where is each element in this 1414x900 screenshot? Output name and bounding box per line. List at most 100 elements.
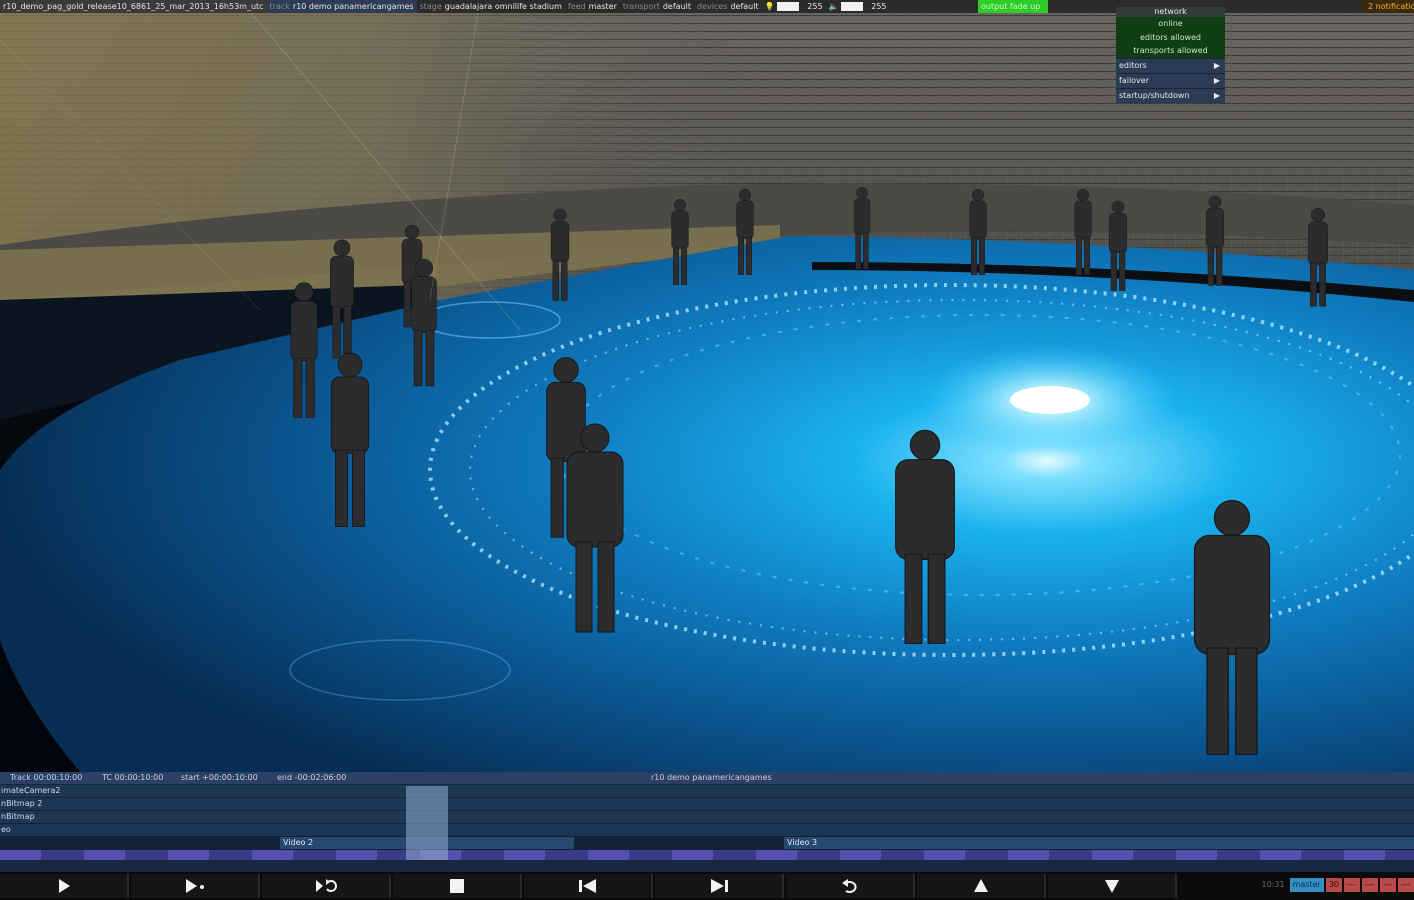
devices-label: devices	[696, 2, 728, 11]
indicator-badge: ---	[1380, 878, 1396, 892]
ruler-segment	[210, 850, 251, 860]
ruler-segment	[630, 850, 671, 860]
up-arrow-button[interactable]	[917, 874, 1046, 898]
skip-forward-button[interactable]	[655, 874, 784, 898]
start-time: start +00:00:10:00	[181, 773, 258, 782]
ruler-segment	[924, 850, 965, 860]
network-status-online[interactable]: online	[1116, 17, 1225, 31]
ruler-segment	[1176, 850, 1217, 860]
timeline-row[interactable]: nBitmap 2	[0, 798, 1414, 811]
output-fade-button[interactable]: output fade up	[978, 0, 1048, 13]
chevron-right-icon: ▶	[1213, 75, 1220, 85]
network-submenu-editors[interactable]: editors ▶	[1116, 57, 1225, 73]
ruler-segment	[546, 850, 587, 860]
notifications-button[interactable]: 2 notifications	[1362, 0, 1414, 13]
undo-button[interactable]	[786, 874, 915, 898]
up-arrow-icon	[973, 878, 989, 894]
play-button[interactable]	[0, 874, 129, 898]
transport-bar	[0, 872, 1414, 900]
ruler-segment	[1008, 850, 1049, 860]
ruler-segment	[756, 850, 797, 860]
feed-selector[interactable]: feed master	[565, 0, 620, 13]
skip-back-icon	[578, 878, 598, 894]
ruler-segment	[336, 850, 377, 860]
chevron-right-icon: ▶	[1213, 60, 1220, 70]
stop-button[interactable]	[393, 874, 522, 898]
down-arrow-icon	[1104, 878, 1120, 894]
row-label: nBitmap	[1, 812, 35, 821]
feed-value: master	[588, 2, 617, 11]
submenu-label: failover	[1119, 75, 1150, 85]
play-step-button[interactable]	[131, 874, 260, 898]
3d-viewport[interactable]	[0, 0, 1414, 772]
feed-label: feed	[567, 2, 586, 11]
end-time: end -00:02:06:00	[277, 773, 347, 782]
loop-button[interactable]	[262, 874, 391, 898]
timeline-row[interactable]: imateCamera2	[0, 785, 1414, 798]
clock-time: 10:31	[1261, 880, 1285, 889]
row-label: imateCamera2	[1, 786, 61, 795]
chevron-right-icon: ▶	[1213, 90, 1220, 100]
ruler-segment	[252, 850, 293, 860]
track-time: Track 00:00:10:00	[10, 773, 83, 782]
ruler-segment	[1302, 850, 1343, 860]
ruler-segment	[42, 850, 83, 860]
counter-badge: 30	[1325, 878, 1342, 892]
timeline-ruler[interactable]	[0, 850, 1414, 860]
devices-selector[interactable]: devices default	[694, 0, 762, 13]
timecode: TC 00:00:10:00	[102, 773, 164, 782]
timeline-panel[interactable]: Track 00:00:10:00 TC 00:00:10:00 start +…	[0, 772, 1414, 872]
ruler-segment	[84, 850, 125, 860]
brightness-control[interactable]: 💡 255	[762, 0, 826, 13]
loop-icon	[314, 878, 338, 894]
indicator-badge: ---	[1362, 878, 1378, 892]
timeline-row[interactable]: eo	[0, 824, 1414, 837]
network-menu-header: network	[1116, 7, 1225, 17]
volume-slider[interactable]	[840, 2, 863, 11]
stage-selector[interactable]: stage guadalajara omnilife stadium	[417, 0, 565, 13]
track-selector[interactable]: track r10 demo panamericangames	[266, 0, 417, 13]
timeline-title: r10 demo panamericangames	[651, 773, 772, 782]
row-label: nBitmap 2	[1, 799, 43, 808]
network-status-editors[interactable]: editors allowed	[1116, 30, 1225, 44]
stage-label: stage	[419, 2, 442, 11]
ruler-segment	[882, 850, 923, 860]
network-status-transports[interactable]: transports allowed	[1116, 44, 1225, 58]
indicator-badge: ---	[1398, 878, 1414, 892]
submenu-label: editors	[1119, 60, 1147, 70]
brightness-slider[interactable]	[776, 2, 799, 11]
bulb-icon: 💡	[764, 2, 775, 11]
brightness-value: 255	[807, 2, 823, 11]
ruler-segment	[1218, 850, 1259, 860]
ruler-segment	[0, 850, 41, 860]
down-arrow-button[interactable]	[1048, 874, 1177, 898]
submenu-label: startup/shutdown	[1119, 90, 1190, 100]
play-step-icon	[184, 878, 206, 894]
playhead[interactable]	[406, 786, 448, 860]
network-menu: network online editors allowed transport…	[1116, 7, 1225, 103]
feed-badge[interactable]: master	[1289, 878, 1324, 892]
network-submenu-startup-shutdown[interactable]: startup/shutdown ▶	[1116, 87, 1225, 103]
ruler-segment	[798, 850, 839, 860]
video-clip-3[interactable]: Video 3	[784, 837, 1414, 849]
play-icon	[56, 878, 72, 894]
stage-value: guadalajara omnilife stadium	[444, 2, 562, 11]
track-label: track	[269, 2, 290, 11]
timeline-header: Track 00:00:10:00 TC 00:00:10:00 start +…	[0, 772, 1414, 784]
transport-label: transport	[622, 2, 660, 11]
ruler-segment	[462, 850, 503, 860]
ruler-segment	[1260, 850, 1301, 860]
timeline-row[interactable]: nBitmap	[0, 811, 1414, 824]
network-submenu-failover[interactable]: failover ▶	[1116, 72, 1225, 88]
transport-selector[interactable]: transport default	[620, 0, 694, 13]
speaker-icon: 🔈	[828, 2, 839, 11]
stadium-scene	[0, 0, 1414, 772]
project-file-name: r10_demo_pag_gold_release10_6861_25_mar_…	[0, 0, 267, 13]
volume-control[interactable]: 🔈 255	[826, 0, 890, 13]
ruler-segment	[294, 850, 335, 860]
ruler-segment	[966, 850, 1007, 860]
ruler-segment	[714, 850, 755, 860]
ruler-segment	[1134, 850, 1175, 860]
devices-value: default	[730, 2, 759, 11]
skip-back-button[interactable]	[524, 874, 653, 898]
